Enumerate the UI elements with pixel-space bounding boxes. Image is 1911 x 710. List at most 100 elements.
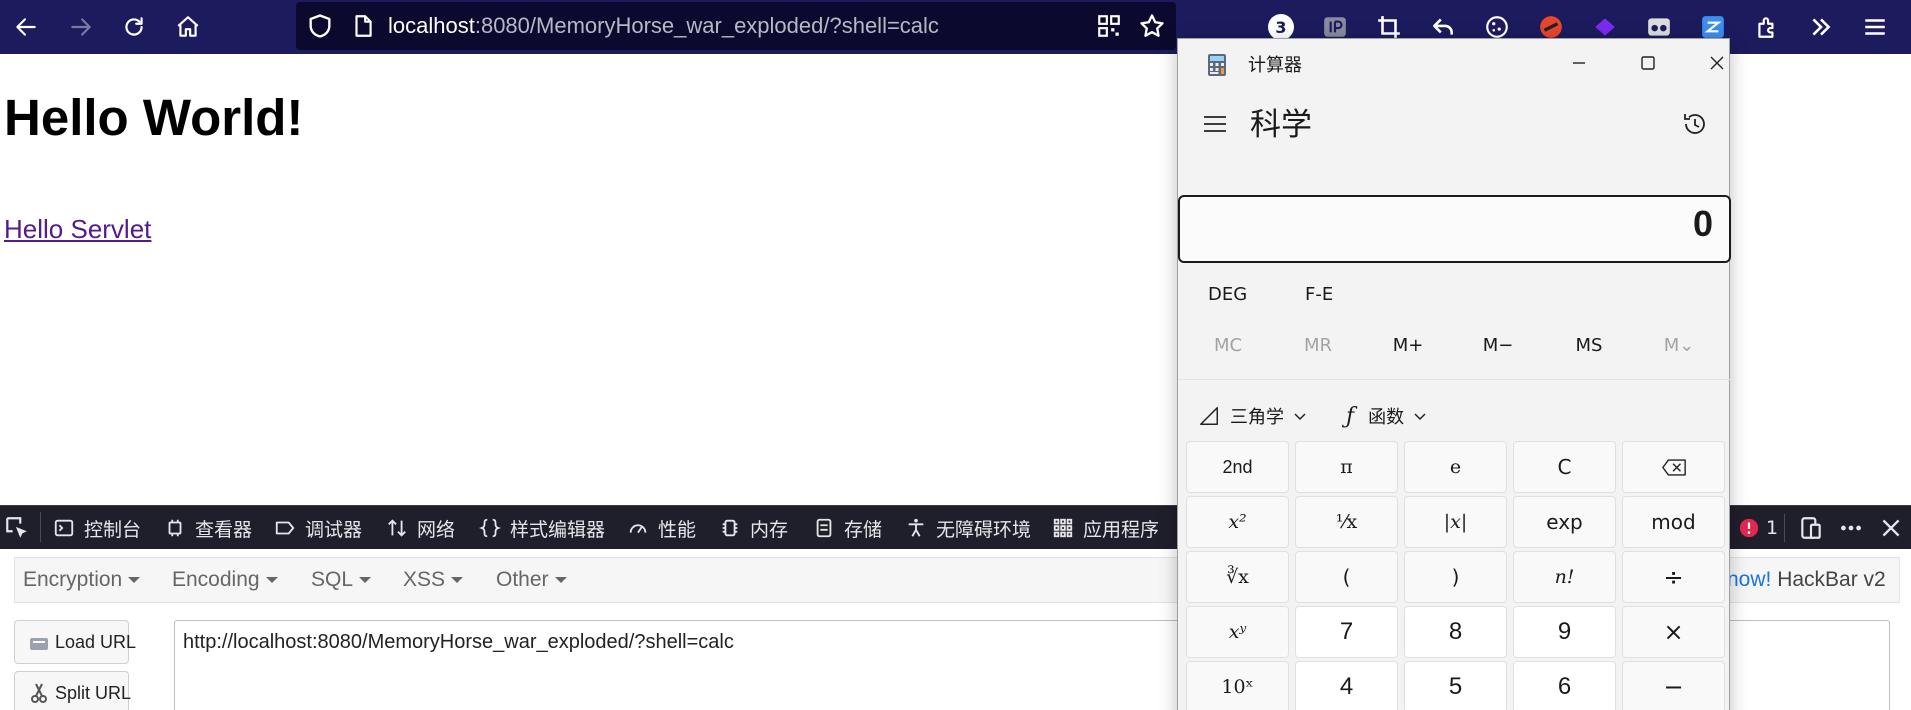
error-indicator[interactable]: 1 [1738,515,1778,541]
key-power[interactable]: xʸ [1186,606,1289,658]
back-icon [16,18,36,36]
key-label: 10ˣ [1221,676,1254,698]
history-icon[interactable] [1680,109,1710,139]
fe-button[interactable]: F-E [1305,284,1333,305]
key-7[interactable]: 7 [1295,606,1398,658]
element-picker-icon[interactable] [4,515,30,541]
key-factorial[interactable]: n! [1513,551,1616,603]
tab-application[interactable]: 应用程序 [1051,515,1159,541]
menu-sql[interactable]: SQL [311,568,372,592]
key-clear[interactable]: C [1513,441,1616,493]
chevron-down-icon [1294,413,1306,421]
load-url-button[interactable]: Load URL [14,620,136,664]
key-label: e [1449,456,1462,478]
menu-label: Encoding [172,568,260,591]
memory-store-button[interactable]: MS [1549,335,1629,356]
key-open-paren[interactable]: ( [1295,551,1398,603]
shield-icon[interactable] [306,12,334,40]
key-ten-power[interactable]: 10ˣ [1186,661,1289,710]
hamburger-menu-icon[interactable] [1200,109,1230,139]
tab-console[interactable]: 控制台 [52,515,141,541]
address-bar[interactable]: localhost:8080/MemoryHorse_war_exploded/… [296,2,1176,50]
hello-servlet-link[interactable]: Hello Servlet [4,214,151,245]
close-devtools-icon[interactable] [1878,515,1904,541]
tab-label: 存储 [844,518,883,541]
key-multiply[interactable]: × [1622,606,1725,658]
key-label: |x| [1443,511,1468,533]
key-square[interactable]: x² [1186,496,1289,548]
angle-mode-button[interactable]: DEG [1208,284,1247,305]
tab-accessibility[interactable]: 无障碍环境 [904,515,1031,541]
star-icon[interactable] [1138,12,1166,40]
key-label: ∛x [1226,566,1249,588]
menu-label: Other [496,568,549,591]
key-divide[interactable]: ÷ [1622,551,1725,603]
trigonometry-dropdown[interactable]: 三角学 [1198,401,1308,431]
tab-storage[interactable]: 存储 [812,515,882,541]
key-4[interactable]: 4 [1295,661,1398,710]
split-url-button[interactable]: Split URL [14,671,131,710]
caret-down-icon [451,577,464,584]
key-8[interactable]: 8 [1404,606,1507,658]
memory-chip-icon [718,516,742,540]
tab-debugger[interactable]: 调试器 [273,515,362,541]
minimize-button[interactable] [1556,45,1602,81]
tab-style-editor[interactable]: 样式编辑器 [478,515,605,541]
key-close-paren[interactable]: ) [1404,551,1507,603]
key-backspace[interactable] [1622,441,1725,493]
key-2nd[interactable]: 2nd [1186,441,1289,493]
qr-icon[interactable] [1096,13,1122,39]
key-5[interactable]: 5 [1404,661,1507,710]
more-options-icon[interactable] [1838,515,1864,541]
key-subtract[interactable]: − [1622,661,1725,710]
key-label: mod [1651,510,1696,534]
tab-label: 内存 [750,518,789,541]
hackbar-promo[interactable]: now! HackBar v2 [1727,568,1886,592]
key-mod[interactable]: mod [1622,496,1725,548]
menu-label: SQL [311,568,354,591]
url-text[interactable]: localhost:8080/MemoryHorse_war_exploded/… [388,13,939,39]
reload-button[interactable] [114,7,154,47]
tab-inspector[interactable]: 查看器 [163,515,252,541]
back-button[interactable] [6,7,46,47]
page-icon[interactable] [350,13,376,39]
key-label: 4 [1339,673,1354,700]
memory-clear-button[interactable]: MC [1188,335,1268,356]
key-cube-root[interactable]: ∛x [1186,551,1289,603]
responsive-design-icon[interactable] [1798,515,1824,541]
key-exp[interactable]: exp [1513,496,1616,548]
key-label: ¹⁄x [1335,511,1358,533]
home-button[interactable] [168,7,208,47]
maximize-button[interactable] [1625,45,1671,81]
memory-list-button[interactable]: M⌄ [1639,335,1719,356]
menu-encoding[interactable]: Encoding [172,568,278,592]
forward-button[interactable] [61,7,101,47]
close-button[interactable] [1694,45,1740,81]
menu-xss[interactable]: XSS [403,568,464,592]
memory-recall-button[interactable]: MR [1278,335,1358,356]
function-f-icon: ƒ [1346,403,1355,429]
key-absolute[interactable]: |x| [1404,496,1507,548]
key-6[interactable]: 6 [1513,661,1616,710]
memory-subtract-button[interactable]: M− [1458,335,1538,356]
extensions-puzzle-icon[interactable] [1750,10,1784,44]
key-reciprocal[interactable]: ¹⁄x [1295,496,1398,548]
tab-memory[interactable]: 内存 [718,515,788,541]
tab-performance[interactable]: 性能 [626,515,696,541]
hamburger-menu-icon[interactable] [1858,10,1892,44]
overflow-chevrons-icon[interactable] [1804,10,1838,44]
calculator-display[interactable]: 0 [1178,195,1731,263]
tab-label: 调试器 [305,518,363,541]
key-9[interactable]: 9 [1513,606,1616,658]
menu-other[interactable]: Other [496,568,567,592]
key-pi[interactable]: π [1295,441,1398,493]
key-label: exp [1546,510,1583,534]
tab-label: 无障碍环境 [936,518,1032,541]
debugger-icon [273,516,297,540]
tab-network[interactable]: 网络 [385,515,455,541]
promo-text: HackBar v2 [1777,568,1886,591]
function-dropdown[interactable]: ƒ 函数 [1346,401,1428,431]
menu-encryption[interactable]: Encryption [23,568,141,592]
memory-add-button[interactable]: M+ [1368,335,1448,356]
key-e[interactable]: e [1404,441,1507,493]
